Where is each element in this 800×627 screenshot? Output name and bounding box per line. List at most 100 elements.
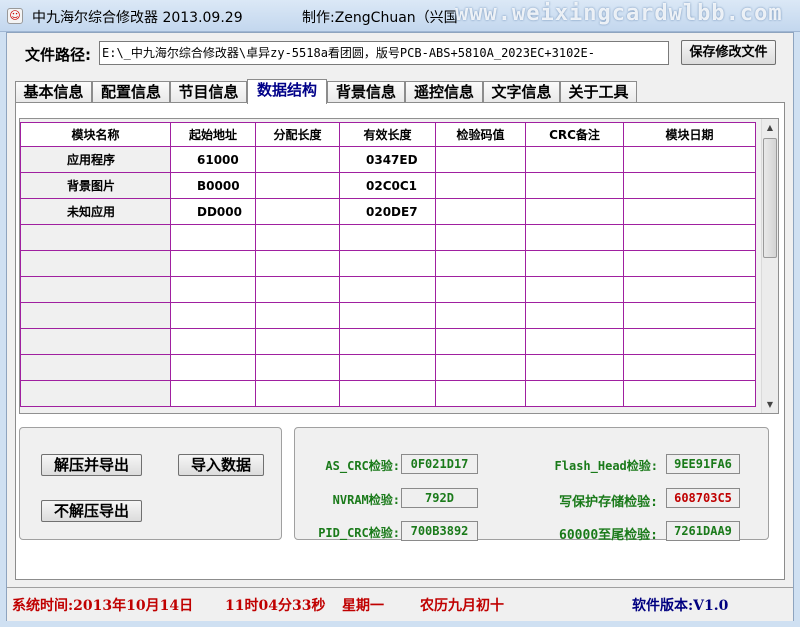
import-data-button[interactable]: 导入数据 <box>178 454 264 476</box>
table-cell[interactable] <box>339 224 436 251</box>
module-name-cell[interactable] <box>20 224 171 251</box>
table-row[interactable] <box>20 250 756 277</box>
table-cell[interactable] <box>435 302 526 329</box>
table-cell[interactable] <box>170 276 256 303</box>
tab-basic-info[interactable]: 基本信息 <box>15 81 92 103</box>
module-name-cell[interactable]: 应用程序 <box>20 146 171 173</box>
tab-text-info[interactable]: 文字信息 <box>483 81 560 103</box>
table-cell[interactable]: 02C0C1 <box>339 172 436 199</box>
grid-scrollbar[interactable]: ▲ ▼ <box>761 119 778 413</box>
module-name-cell[interactable]: 未知应用 <box>20 198 171 225</box>
table-cell[interactable] <box>623 198 756 225</box>
tab-program-info[interactable]: 节目信息 <box>170 81 247 103</box>
table-cell[interactable] <box>435 198 526 225</box>
table-cell[interactable]: 61000 <box>170 146 256 173</box>
module-name-cell[interactable]: 背景图片 <box>20 172 171 199</box>
table-cell[interactable] <box>525 276 624 303</box>
table-row[interactable]: 背景图片 B0000 02C0C1 <box>20 172 756 199</box>
table-cell[interactable] <box>525 198 624 225</box>
table-cell[interactable] <box>623 380 756 407</box>
table-cell[interactable] <box>623 328 756 355</box>
tab-remote-info[interactable]: 遥控信息 <box>405 81 483 103</box>
table-cell[interactable] <box>255 354 340 381</box>
scrollbar-thumb[interactable] <box>763 138 777 258</box>
table-cell[interactable] <box>435 224 526 251</box>
table-row[interactable]: 未知应用 DD000 020DE7 <box>20 198 756 225</box>
table-row[interactable]: 应用程序 61000 0347ED <box>20 146 756 173</box>
table-cell[interactable] <box>435 380 526 407</box>
tab-data-structure[interactable]: 数据结构 <box>247 79 327 104</box>
module-name-cell[interactable] <box>20 250 171 277</box>
module-name-cell[interactable] <box>20 328 171 355</box>
table-cell[interactable] <box>255 328 340 355</box>
scroll-up-arrow-icon[interactable]: ▲ <box>762 119 778 136</box>
table-cell[interactable] <box>255 198 340 225</box>
table-cell[interactable] <box>623 276 756 303</box>
table-cell[interactable] <box>255 276 340 303</box>
table-row[interactable] <box>20 224 756 251</box>
table-cell[interactable] <box>525 302 624 329</box>
table-cell[interactable]: DD000 <box>170 198 256 225</box>
table-row[interactable] <box>20 328 756 355</box>
table-cell[interactable] <box>623 354 756 381</box>
app-icon: ☺ <box>7 8 23 24</box>
decompress-export-button[interactable]: 解压并导出 <box>41 454 142 476</box>
table-cell[interactable] <box>170 354 256 381</box>
table-cell[interactable]: 020DE7 <box>339 198 436 225</box>
table-cell[interactable] <box>623 250 756 277</box>
table-cell[interactable] <box>170 250 256 277</box>
table-cell[interactable] <box>339 302 436 329</box>
table-cell[interactable] <box>170 302 256 329</box>
table-cell[interactable] <box>435 328 526 355</box>
tab-config-info[interactable]: 配置信息 <box>92 81 170 103</box>
table-cell[interactable]: 0347ED <box>339 146 436 173</box>
table-row[interactable] <box>20 380 756 407</box>
table-cell[interactable] <box>255 224 340 251</box>
table-cell[interactable] <box>435 172 526 199</box>
table-cell[interactable]: B0000 <box>170 172 256 199</box>
table-cell[interactable] <box>339 276 436 303</box>
table-cell[interactable] <box>255 172 340 199</box>
scroll-down-arrow-icon[interactable]: ▼ <box>762 396 778 413</box>
table-cell[interactable] <box>623 302 756 329</box>
table-row[interactable] <box>20 276 756 303</box>
table-cell[interactable] <box>623 172 756 199</box>
table-cell[interactable] <box>623 146 756 173</box>
table-header-row: 模块名称 起始地址 分配长度 有效长度 检验码值 CRC备注 模块日期 <box>20 122 756 147</box>
module-name-cell[interactable] <box>20 380 171 407</box>
table-cell[interactable] <box>525 224 624 251</box>
table-cell[interactable] <box>525 354 624 381</box>
module-name-cell[interactable] <box>20 354 171 381</box>
table-cell[interactable] <box>525 172 624 199</box>
table-cell[interactable] <box>525 146 624 173</box>
table-cell[interactable] <box>170 328 256 355</box>
save-modified-file-button[interactable]: 保存修改文件 <box>681 40 776 65</box>
table-cell[interactable] <box>255 146 340 173</box>
no-decompress-export-button[interactable]: 不解压导出 <box>41 500 142 522</box>
table-row[interactable] <box>20 302 756 329</box>
module-name-cell[interactable] <box>20 276 171 303</box>
as-crc-value: 0F021D17 <box>401 454 478 474</box>
table-row[interactable] <box>20 354 756 381</box>
table-cell[interactable] <box>255 302 340 329</box>
file-path-field[interactable]: E:\_中九海尔综合修改器\卓异zy-5518a看团圆，版号PCB-ABS+58… <box>99 41 669 65</box>
table-cell[interactable] <box>435 354 526 381</box>
table-cell[interactable] <box>170 380 256 407</box>
table-cell[interactable] <box>623 224 756 251</box>
table-cell[interactable] <box>525 250 624 277</box>
table-cell[interactable] <box>339 250 436 277</box>
table-cell[interactable] <box>525 328 624 355</box>
table-cell[interactable] <box>435 146 526 173</box>
table-cell[interactable] <box>435 250 526 277</box>
tab-background-info[interactable]: 背景信息 <box>327 81 405 103</box>
table-cell[interactable] <box>525 380 624 407</box>
table-cell[interactable] <box>339 328 436 355</box>
table-cell[interactable] <box>255 380 340 407</box>
tab-about-tool[interactable]: 关于工具 <box>560 81 637 103</box>
table-cell[interactable] <box>170 224 256 251</box>
table-cell[interactable] <box>339 354 436 381</box>
table-cell[interactable] <box>435 276 526 303</box>
table-cell[interactable] <box>339 380 436 407</box>
table-cell[interactable] <box>255 250 340 277</box>
module-name-cell[interactable] <box>20 302 171 329</box>
